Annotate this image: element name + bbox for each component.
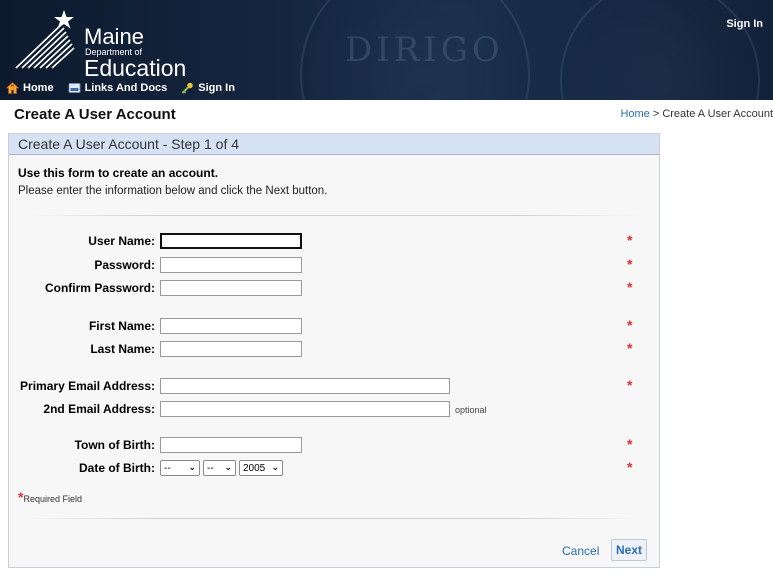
last-name-row: Last Name: * [9,340,661,359]
password-row: Password: * [9,256,661,275]
first-name-label: First Name: [88,319,155,333]
chevron-down-icon: ⌄ [271,462,279,472]
primary-email-row: Primary Email Address: * [9,377,661,396]
nav-signin[interactable]: Sign In [181,82,235,94]
key-icon [182,82,194,94]
divider [29,215,639,216]
confirm-password-input[interactable] [160,280,302,296]
logo-title-maine: Maine [84,24,144,49]
first-name-input[interactable] [160,318,302,334]
intro-instructions: Please enter the information below and c… [18,185,328,197]
home-icon [6,82,19,94]
required-marker: * [627,232,633,248]
second-email-label: 2nd Email Address: [43,402,155,416]
chevron-down-icon: ⌄ [224,462,232,472]
required-marker: * [627,256,633,272]
logo-star-lines-icon [15,10,75,69]
header-signin-link[interactable]: Sign In [726,18,763,30]
nav-home-label: Home [23,82,54,94]
first-name-row: First Name: * [9,317,661,336]
dob-year-value: 2005 [243,462,266,474]
required-marker: * [627,340,633,356]
optional-note: optional [455,405,487,415]
document-icon [68,83,80,93]
nav-links-and-docs[interactable]: Links And Docs [68,82,168,94]
confirm-password-row: Confirm Password: * [9,279,661,298]
cancel-link[interactable]: Cancel [562,544,599,558]
last-name-label: Last Name: [90,342,155,356]
user-name-label: User Name: [88,234,155,248]
nav-home[interactable]: Home [6,82,54,94]
next-button[interactable]: Next [611,539,647,561]
intro-heading: Use this form to create an account. [18,166,219,180]
last-name-input[interactable] [160,341,302,357]
required-marker: * [627,317,633,333]
seal-motto: DIRIGO [345,30,504,70]
chevron-down-icon: ⌄ [188,462,196,472]
state-seal-watermark-right [560,0,760,100]
town-of-birth-label: Town of Birth: [74,438,155,452]
site-header-banner: DIRIGO Maine Department of Education Sig… [0,0,773,100]
required-marker: * [627,377,633,393]
second-email-row: 2nd Email Address: optional [9,401,661,419]
dob-day-select[interactable]: -- ⌄ [203,460,236,476]
breadcrumb-home-link[interactable]: Home [620,108,649,120]
breadcrumb: Home > Create A User Account [620,108,773,120]
password-label: Password: [94,258,155,272]
required-field-note: *Required Field [18,489,82,505]
town-of-birth-input[interactable] [160,437,302,453]
user-name-input[interactable] [160,233,302,249]
required-marker: * [627,459,633,475]
required-marker: * [627,436,633,452]
dob-year-select[interactable]: 2005 ⌄ [239,460,283,476]
password-input[interactable] [160,257,302,273]
panel-header: Create A User Account - Step 1 of 4 [9,134,659,155]
required-field-text: Required Field [23,494,82,504]
primary-email-input[interactable] [160,378,450,394]
date-of-birth-label: Date of Birth: [79,461,155,475]
confirm-password-label: Confirm Password: [44,281,155,295]
breadcrumb-separator: > [649,108,663,120]
breadcrumb-current: Create A User Account [662,108,773,120]
nav-links-label: Links And Docs [84,82,168,94]
divider [29,518,639,519]
dob-month-value: -- [164,462,171,474]
top-nav: Home Links And Docs Sign In [0,77,249,99]
nav-signin-label: Sign In [198,82,235,94]
create-account-panel: Create A User Account - Step 1 of 4 Use … [8,133,660,568]
dob-day-value: -- [207,462,214,474]
second-email-input[interactable] [160,401,450,417]
required-marker: * [627,279,633,295]
user-name-row: User Name: * [9,232,661,251]
maine-doe-logo[interactable]: Maine Department of Education [14,10,186,80]
primary-email-label: Primary Email Address: [20,379,155,393]
page-title: Create A User Account [14,106,176,123]
date-of-birth-row: Date of Birth: -- ⌄ -- ⌄ 2005 ⌄ * [9,459,661,478]
dob-month-select[interactable]: -- ⌄ [160,460,200,476]
town-of-birth-row: Town of Birth: * [9,436,661,455]
